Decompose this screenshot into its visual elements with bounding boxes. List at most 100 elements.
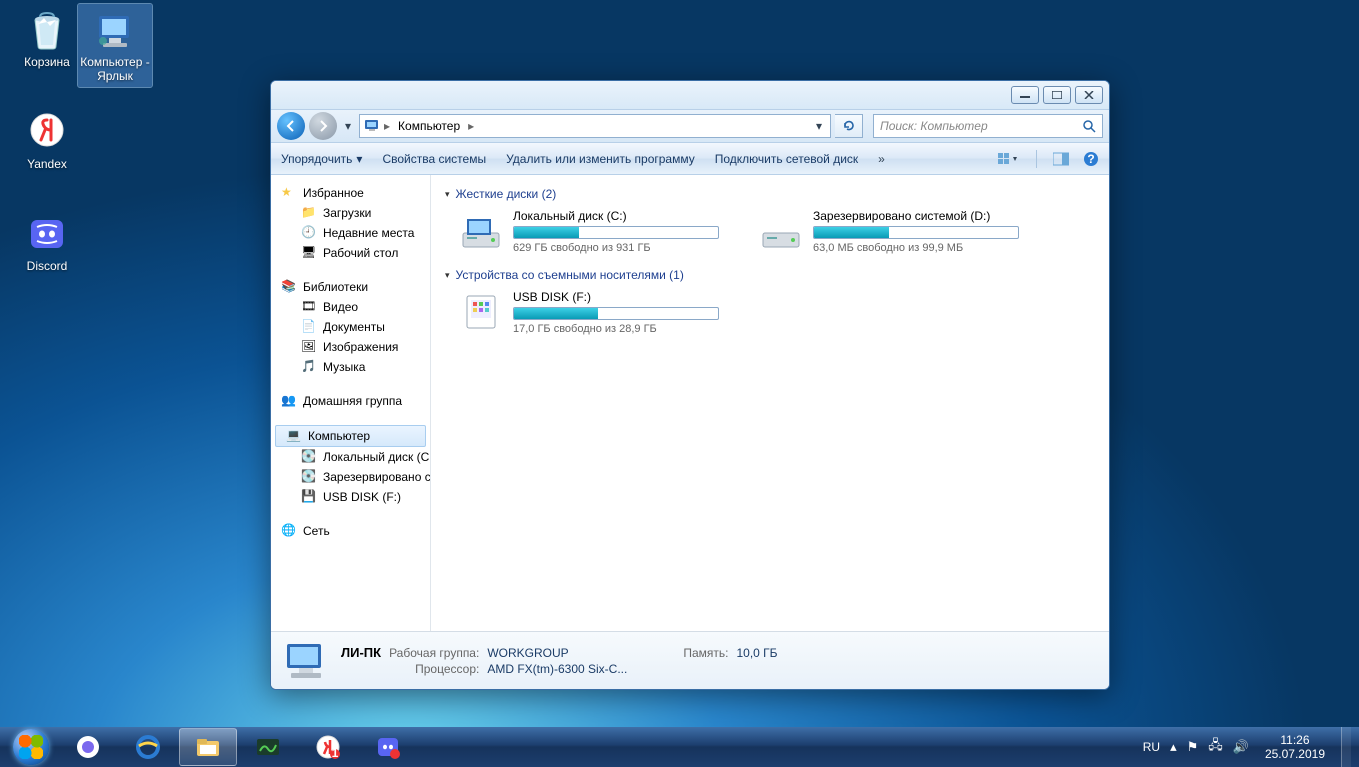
hdd-icon: 💽 [301,449,317,465]
clock-time: 11:26 [1265,733,1325,747]
titlebar[interactable] [271,81,1109,109]
video-icon: 🎞 [301,299,317,315]
group-header-hdd[interactable]: ▾Жесткие диски (2) [445,187,1095,201]
system-properties-button[interactable]: Свойства системы [382,152,486,166]
free-space-text: 63,0 МБ свободно из 99,9 МБ [813,242,1019,254]
toolbar-overflow[interactable]: » [878,152,885,166]
capacity-bar [513,226,719,239]
show-desktop-button[interactable] [1341,727,1351,767]
uninstall-program-button[interactable]: Удалить или изменить программу [506,152,695,166]
collapse-icon: ▾ [445,189,450,200]
workgroup-value: WORKGROUP [487,646,627,660]
volume-icon[interactable]: 🔊 [1233,739,1249,755]
taskbar-discord[interactable] [359,728,417,766]
sidebar-item-drive-d[interactable]: 💽Зарезервировано системой (D:) [271,467,430,487]
address-dropdown[interactable]: ▾ [812,119,826,133]
sidebar-item-drive-f[interactable]: 💾USB DISK (F:) [271,487,430,507]
sidebar-libraries[interactable]: 📚Библиотеки [271,277,430,297]
removable-disk-icon [459,290,503,334]
content-pane[interactable]: ▾Жесткие диски (2) Локальный диск (C:) 6… [431,175,1109,631]
help-button[interactable]: ? [1083,151,1099,167]
system-tray: RU ▴ ⚑ 🖧 🔊 11:26 25.07.2019 [1143,727,1355,767]
organize-menu[interactable]: Упорядочить ▾ [281,152,362,166]
sidebar: ★Избранное 📁Загрузки 🕘Недавние места 🖥Ра… [271,175,431,631]
show-hidden-icons[interactable]: ▴ [1170,739,1177,755]
capacity-bar [813,226,1019,239]
sidebar-item-downloads[interactable]: 📁Загрузки [271,203,430,223]
pc-name: ЛИ-ПК [341,645,381,660]
sidebar-item-desktop[interactable]: 🖥Рабочий стол [271,243,430,263]
taskbar-pinned-app[interactable] [239,728,297,766]
close-button[interactable] [1075,86,1103,104]
start-button[interactable] [4,727,58,767]
chevron-right-icon[interactable]: ▸ [468,119,474,133]
drive-f[interactable]: USB DISK (F:) 17,0 ГБ свободно из 28,9 Г… [459,290,719,335]
drive-d[interactable]: Зарезервировано системой (D:) 63,0 МБ св… [759,209,1019,254]
minimize-button[interactable] [1011,86,1039,104]
sidebar-item-pictures[interactable]: 🖼Изображения [271,337,430,357]
details-pane: ЛИ-ПК Рабочая группа: WORKGROUP Память: … [271,631,1109,689]
search-icon [1082,119,1096,133]
taskbar: 1 RU ▴ ⚑ 🖧 🔊 11:26 25.07.2019 [0,727,1359,767]
preview-pane-button[interactable] [1053,152,1069,166]
maximize-button[interactable] [1043,86,1071,104]
hdd-icon [759,209,803,253]
usb-icon: 💾 [301,489,317,505]
sidebar-item-documents[interactable]: 📄Документы [271,317,430,337]
free-space-text: 629 ГБ свободно из 931 ГБ [513,242,719,254]
taskbar-yandex-browser[interactable]: 1 [299,728,357,766]
group-header-removable[interactable]: ▾Устройства со съемными носителями (1) [445,268,1095,282]
search-input[interactable]: Поиск: Компьютер [873,114,1103,138]
desktop-icon-computer[interactable]: Компьютер - Ярлык [78,4,152,87]
sidebar-network[interactable]: 🌐Сеть [271,521,430,541]
workgroup-label: Рабочая группа: [389,646,479,660]
sidebar-item-drive-c[interactable]: 💽Локальный диск (C:) [271,447,430,467]
sidebar-favorites[interactable]: ★Избранное [271,183,430,203]
address-bar[interactable]: ▸ Компьютер ▸ ▾ [359,114,831,138]
sidebar-computer[interactable]: 💻Компьютер [275,425,426,447]
capacity-bar [513,307,719,320]
search-placeholder: Поиск: Компьютер [880,119,988,133]
taskbar-explorer[interactable] [179,728,237,766]
computer-icon [283,638,329,684]
refresh-button[interactable] [835,114,863,138]
computer-icon: 💻 [286,428,302,444]
drive-c[interactable]: Локальный диск (C:) 629 ГБ свободно из 9… [459,209,719,254]
breadcrumb-computer[interactable]: Компьютер [394,119,464,133]
network-icon: 🌐 [281,523,297,539]
document-icon: 📄 [301,319,317,335]
cpu-value: AMD FX(tm)-6300 Six-C... [487,662,627,676]
sidebar-item-videos[interactable]: 🎞Видео [271,297,430,317]
star-icon: ★ [281,185,297,201]
back-button[interactable] [277,112,305,140]
desktop-icon-yandex[interactable]: Yandex [10,106,84,175]
recent-icon: 🕘 [301,225,317,241]
sidebar-item-recent[interactable]: 🕘Недавние места [271,223,430,243]
drive-label: USB DISK (F:) [513,290,719,304]
cpu-label: Процессор: [389,662,479,676]
sidebar-item-music[interactable]: 🎵Музыка [271,357,430,377]
network-icon[interactable]: 🖧 [1208,736,1223,758]
desktop-icon-discord[interactable]: Discord [10,208,84,277]
svg-text:?: ? [1087,152,1094,166]
discord-icon [23,210,71,258]
nav-history-dropdown[interactable]: ▾ [341,112,355,140]
view-menu[interactable] [998,152,1020,166]
hdd-icon: 💽 [301,469,317,485]
folder-icon: 📁 [301,205,317,221]
clock[interactable]: 11:26 25.07.2019 [1259,733,1331,762]
collapse-icon: ▾ [445,270,450,281]
memory-label: Память: [683,646,728,660]
taskbar-pinned-ie[interactable] [119,728,177,766]
action-center-icon[interactable]: ⚑ [1187,739,1199,755]
libraries-icon: 📚 [281,279,297,295]
explorer-window: ▾ ▸ Компьютер ▸ ▾ Поиск: Компьютер Упоря… [270,80,1110,690]
windows-orb-icon [13,729,49,765]
sidebar-homegroup[interactable]: 👥Домашняя группа [271,391,430,411]
taskbar-pinned-yandex[interactable] [59,728,117,766]
forward-button[interactable] [309,112,337,140]
language-indicator[interactable]: RU [1143,740,1160,754]
navbar: ▾ ▸ Компьютер ▸ ▾ Поиск: Компьютер [271,109,1109,143]
map-network-drive-button[interactable]: Подключить сетевой диск [715,152,858,166]
desktop-icon-recycle-bin[interactable]: Корзина [10,4,84,73]
